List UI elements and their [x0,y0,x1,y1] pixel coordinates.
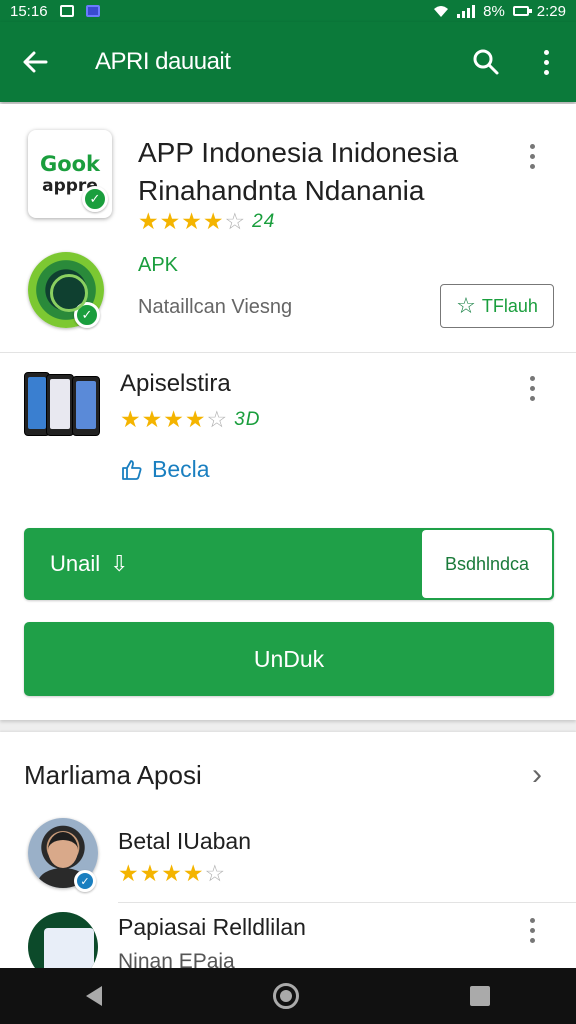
star-icon: ★ [139,860,162,886]
apk-label: APK [138,254,179,276]
star-icon: ★ [181,208,203,234]
verified-check-icon: ✓ [74,302,100,328]
reviews-card: Marliama Aposi › ✓ Betal IUaban ★ ★ ★ ★ ☆ Pa… [0,732,576,982]
divider [118,902,576,903]
app-rating: ★ ★ ★ ★ ☆ 24 [138,208,275,235]
app-detail-card: Gook appre ✓ APP Indonesia Inidonesia Ri… [0,104,576,720]
star-icon: ★ [120,406,142,432]
more-vert-icon [530,144,535,169]
divider [0,352,576,353]
back-button[interactable] [0,22,70,102]
star-outline-icon: ☆ [206,406,229,432]
app-title: APP Indonesia Inidonesia Rinahandnta Nda… [138,137,459,206]
wishlist-label: TFlauh [481,295,538,316]
star-outline-icon: ☆ [204,860,227,886]
secondary-app-title: Apiselstira [120,370,231,397]
rating-count: 3D [234,408,261,430]
battery-icon [512,6,532,16]
status-bar: 15:16 8% 2:29 [0,0,576,22]
review-menu-button[interactable] [530,918,535,943]
signal-icon [457,4,476,18]
star-outline-icon: ☆ [224,208,247,234]
section-title: Marliama Aposi [24,760,202,790]
nav-back-icon[interactable] [85,986,102,1006]
system-nav-bar [0,968,576,1024]
search-button[interactable] [456,22,516,102]
reviewer-name: Betal IUaban [118,828,251,854]
wishlist-button[interactable]: ☆ TFlauh [440,284,554,328]
star-icon: ★ [202,208,225,234]
secondary-app-rating: ★ ★ ★ ★ ☆ 3D [120,406,260,433]
app-logo[interactable]: Gook appre ✓ [28,130,112,218]
star-icon: ★ [141,406,164,432]
download-icon: ⇩ [110,551,129,576]
star-icon: ★ [161,860,183,886]
reviewer-name: Papiasai Relldlilan [118,914,306,940]
install-button[interactable]: Unail ⇩ Bsdhlndca [24,528,554,600]
search-icon [473,49,499,75]
open-button[interactable]: UnDuk [24,622,554,696]
like-button[interactable]: Becla [120,456,210,483]
star-icon: ★ [138,208,160,234]
star-icon: ★ [182,860,205,886]
star-icon: ★ [118,860,140,886]
app-subtitle: Nataillcan Viesng [138,296,293,318]
verified-check-icon: ✓ [74,870,96,892]
install-label: Unail [50,551,101,576]
more-vert-icon [530,918,535,943]
rating-count: 24 [252,210,276,232]
nav-home-icon[interactable] [272,983,299,1009]
overflow-menu-button[interactable] [516,22,576,102]
star-icon: ★ [159,208,182,234]
app-bar: APRI dauuait [0,22,576,102]
more-vert-icon [543,49,549,75]
chevron-right-icon[interactable]: › [532,758,542,792]
star-icon: ★ [163,406,185,432]
review-rating: ★ ★ ★ ★ ☆ [118,860,226,887]
status-time: 15:16 [10,2,48,20]
more-vert-icon [530,376,535,401]
battery-percent: 8% [483,2,505,20]
arrow-back-icon [23,51,48,73]
wifi-icon [434,5,449,17]
like-label: Becla [152,456,210,482]
nav-recents-icon[interactable] [470,986,491,1006]
install-side-button[interactable]: Bsdhlndca [422,530,552,598]
apk-logo[interactable]: ✓ [28,252,104,328]
verified-check-icon: ✓ [82,186,108,212]
app-notification-icon [85,5,100,17]
page-title: APRI dauuait [95,48,231,75]
image-notification-icon [59,5,74,17]
secondary-app-menu-button[interactable] [530,376,535,401]
star-outline-icon: ☆ [456,293,476,318]
thumbs-up-icon [122,459,142,480]
phones-app-icon[interactable] [24,372,102,438]
star-icon: ★ [184,406,207,432]
app-menu-button[interactable] [530,144,535,169]
status-clock-right: 2:29 [536,2,566,20]
